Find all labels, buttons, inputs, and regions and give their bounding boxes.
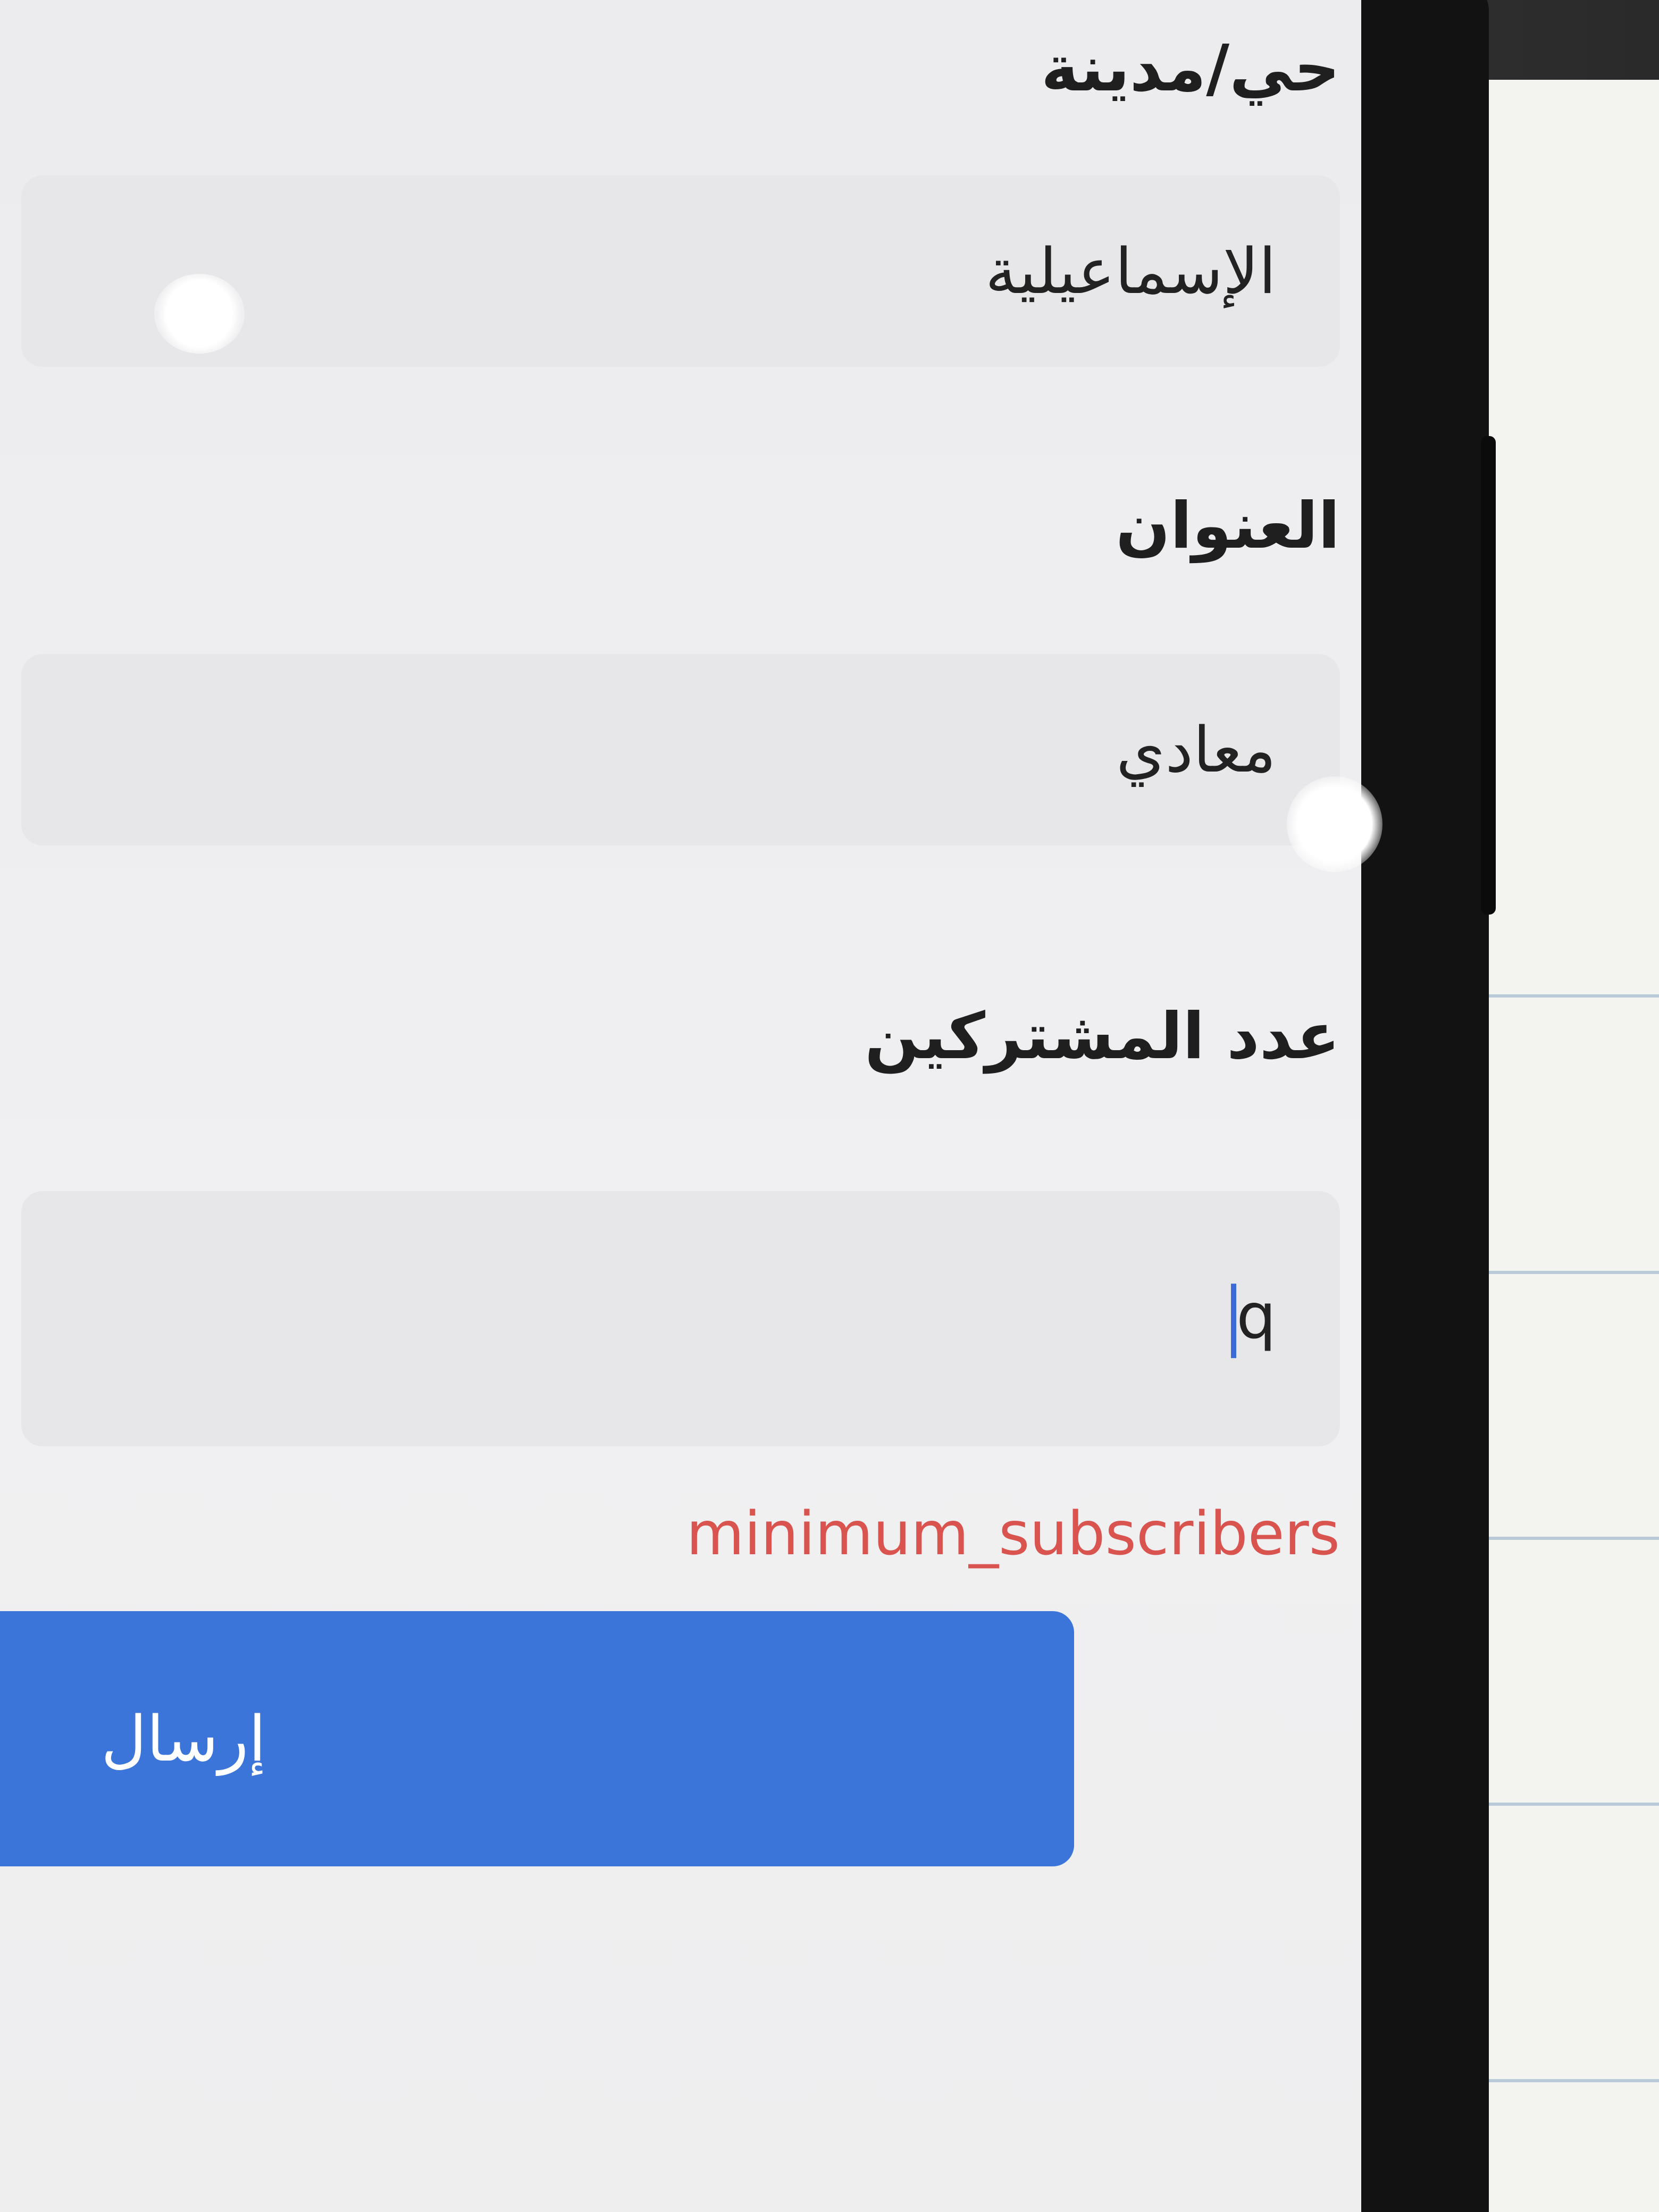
district-value: الإسماعيلية <box>985 234 1276 308</box>
submit-button-label: إرسال <box>101 1702 266 1775</box>
address-field[interactable]: معادي <box>21 654 1340 845</box>
subscribers-input[interactable]: q <box>21 1191 1340 1446</box>
subscribers-value-wrap: q <box>1227 1279 1276 1358</box>
phone-side-button <box>1481 436 1496 915</box>
text-caret <box>1231 1283 1237 1358</box>
light-reflection <box>154 274 245 354</box>
address-value: معادي <box>1116 713 1276 786</box>
address-label: العنوان <box>1116 489 1340 563</box>
subscribers-label: عدد المشتركين <box>865 1000 1340 1074</box>
district-label: حي/مدينة <box>1041 32 1340 106</box>
submit-button[interactable]: إرسال <box>0 1611 1074 1866</box>
photo-stage: حي/مدينة الإسماعيلية العنوان معادي عدد ا… <box>0 0 1659 2212</box>
light-reflection <box>1287 776 1382 872</box>
subscribers-value: q <box>1236 1279 1276 1353</box>
subscribers-error: minimum_subscribers <box>686 1499 1340 1569</box>
